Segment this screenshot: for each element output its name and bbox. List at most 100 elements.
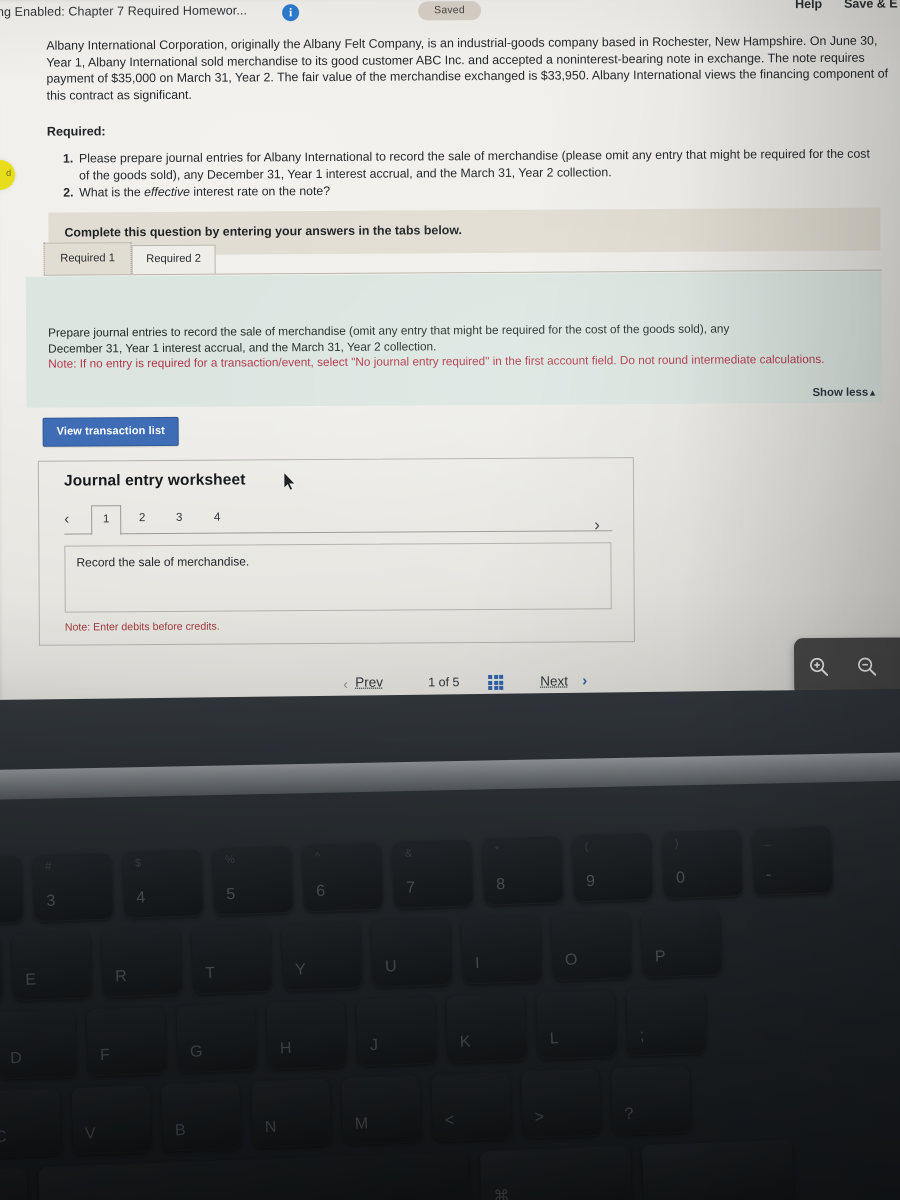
key-glyph: O xyxy=(564,951,578,969)
question-intro-paragraph: Albany International Corporation, origin… xyxy=(46,33,889,103)
zoom-out-icon[interactable] xyxy=(856,656,878,678)
view-transaction-list-button[interactable]: View transaction list xyxy=(42,416,180,447)
keyboard-key: % 5 xyxy=(212,845,294,915)
key-glyph: Y xyxy=(294,961,307,979)
worksheet-title: Journal entry worksheet xyxy=(63,471,246,490)
key-glyph: G xyxy=(189,1043,203,1061)
keyboard-key: > xyxy=(521,1068,602,1138)
key-glyph: > xyxy=(534,1108,545,1127)
keyboard-key: O xyxy=(551,911,632,981)
laptop-screen: ing Enabled: Chapter 7 Required Homewor.… xyxy=(0,0,900,708)
top-bar: ing Enabled: Chapter 7 Required Homewor.… xyxy=(0,0,900,30)
zoom-toolbar xyxy=(793,637,900,697)
page-indicator: 1 of 5 xyxy=(428,675,460,690)
key-secondary-glyph: ( xyxy=(584,840,589,854)
key-glyph: N xyxy=(264,1118,277,1137)
save-and-exit-button[interactable]: Save & E xyxy=(844,0,898,11)
worksheet-prev-icon[interactable]: ‹ xyxy=(64,511,69,528)
show-less-label: Show less xyxy=(812,386,869,400)
keyboard-key: B xyxy=(161,1081,242,1151)
key-glyph: ? xyxy=(624,1105,634,1123)
worksheet-page-4[interactable]: 4 xyxy=(203,505,231,533)
worksheet-page-2[interactable]: 2 xyxy=(128,505,156,533)
keyboard-key: < xyxy=(431,1072,512,1141)
key-glyph: 9 xyxy=(585,872,596,891)
edge-highlight-badge[interactable]: d xyxy=(0,159,16,191)
keyboard-key: L xyxy=(536,990,617,1059)
keyboard-key: C xyxy=(0,1088,62,1158)
keyboard-key: _ - xyxy=(752,826,833,895)
pager-rule-right xyxy=(120,530,613,535)
keyboard-key: @2 xyxy=(0,855,24,925)
key-glyph: V xyxy=(84,1125,96,1143)
keyboard-key: Y xyxy=(281,921,362,991)
keyboard-key: ⌘ xyxy=(0,1167,29,1200)
grid-icon[interactable] xyxy=(488,674,504,690)
key-glyph: - xyxy=(765,866,772,884)
keyboard-key: D xyxy=(0,1009,77,1079)
chevron-right-icon[interactable]: › xyxy=(582,672,587,689)
key-glyph: P xyxy=(654,948,666,966)
help-button[interactable]: Help xyxy=(795,0,822,11)
key-glyph: H xyxy=(279,1039,292,1058)
requirement-1-number: 1. xyxy=(62,151,74,166)
keyboard-key: M xyxy=(341,1075,422,1145)
keyboard-key: I xyxy=(461,914,542,984)
key-secondary-glyph: ) xyxy=(674,837,679,850)
keyboard-key: (9 xyxy=(572,832,653,902)
keyboard-key: P xyxy=(641,908,722,978)
keyboard-key: J xyxy=(356,996,437,1066)
key-glyph: J xyxy=(369,1036,379,1055)
worksheet-page-3[interactable]: 3 xyxy=(165,505,193,533)
keyboard-key: U xyxy=(371,918,452,987)
tab-required-1[interactable]: Required 1 xyxy=(43,242,132,275)
assignment-title: ing Enabled: Chapter 7 Required Homewor.… xyxy=(0,3,248,19)
key-glyph: B xyxy=(174,1121,186,1140)
keyboard-key: ^ 6 xyxy=(302,842,383,912)
keyboard-key xyxy=(38,1151,471,1200)
key-glyph: < xyxy=(444,1112,455,1130)
requirements-list: 1. Please prepare journal entries for Al… xyxy=(63,146,883,202)
key-secondary-glyph: _ xyxy=(764,834,772,847)
laptop-photo-scene: ing Enabled: Chapter 7 Required Homewor.… xyxy=(0,0,900,1200)
keyboard-key: ) 0 xyxy=(662,829,743,899)
edge-badge-label: d xyxy=(6,167,12,178)
key-secondary-glyph: ^ xyxy=(314,850,321,864)
worksheet-entry-label: Record the sale of merchandise. xyxy=(76,554,250,570)
next-button[interactable]: Next xyxy=(540,674,568,689)
key-secondary-glyph: $ xyxy=(134,857,142,870)
keyboard-key: T xyxy=(191,924,272,994)
keyboard-key: E xyxy=(11,931,92,1001)
debits-before-credits-note: Note: Enter debits before credits. xyxy=(64,620,220,634)
worksheet-page-1[interactable]: 1 xyxy=(91,505,122,536)
key-glyph: 7 xyxy=(405,879,416,897)
keyboard-key xyxy=(641,1139,795,1200)
instruction-text: Prepare journal entries to record the sa… xyxy=(48,321,868,373)
keyboard-key: F xyxy=(86,1006,167,1076)
chevron-left-icon[interactable]: ‹ xyxy=(343,676,348,692)
key-glyph: 3 xyxy=(46,892,56,910)
show-less-toggle[interactable]: Show less▲ xyxy=(812,387,877,399)
keyboard-key: V xyxy=(71,1085,152,1155)
key-glyph: 5 xyxy=(226,885,236,904)
key-glyph: 8 xyxy=(495,876,506,894)
keyboard-key: N xyxy=(251,1078,332,1148)
zoom-in-icon[interactable] xyxy=(808,656,830,678)
pager-rule-left xyxy=(64,533,92,535)
requirement-2-text-after: interest rate on the note? xyxy=(189,184,331,199)
saved-status-badge: Saved xyxy=(418,1,481,21)
requirement-1-text: Please prepare journal entries for Alban… xyxy=(78,146,870,183)
info-icon[interactable]: i xyxy=(282,4,300,22)
tab-required-2[interactable]: Required 2 xyxy=(131,244,216,275)
keyboard-key: ; xyxy=(626,986,707,1056)
key-glyph: 4 xyxy=(136,889,146,907)
key-secondary-glyph: % xyxy=(224,853,236,867)
required-heading: Required: xyxy=(46,124,106,139)
worksheet-entry-box[interactable]: Record the sale of merchandise. xyxy=(64,542,612,613)
key-glyph: 6 xyxy=(315,882,326,900)
instruction-panel: Prepare journal entries to record the sa… xyxy=(25,271,883,408)
worksheet-pager: ‹ 1 2 3 4 › xyxy=(64,502,613,536)
prev-button[interactable]: Prev xyxy=(355,675,383,690)
keyboard-key: $4 xyxy=(122,849,204,919)
laptop-keyboard: @2#3$4%5^6&7*8(9)0_- WERTYUIOP SDFGHJKL;… xyxy=(0,799,900,1200)
